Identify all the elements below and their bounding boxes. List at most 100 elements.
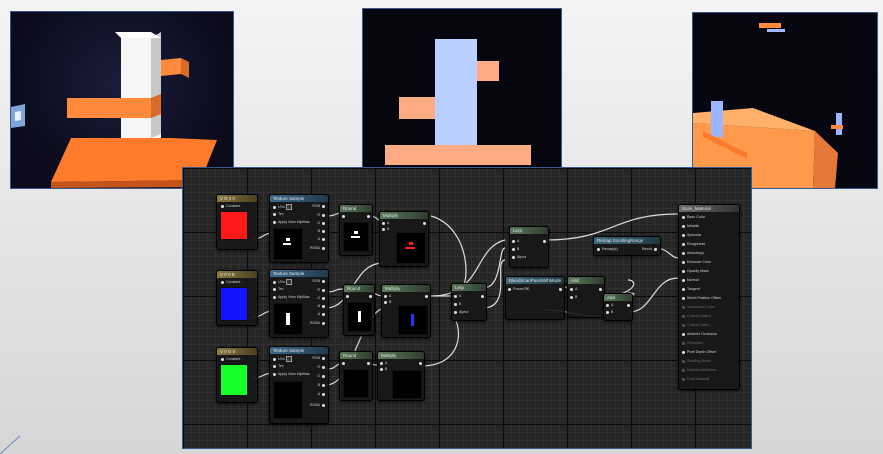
pin-tex[interactable]: Tex — [273, 364, 284, 368]
param-node-green[interactable]: V 0 G 0 Constant — [216, 347, 258, 403]
result-pin[interactable]: Custom Data 1 — [682, 323, 711, 327]
pin-uvs[interactable]: UVs — [273, 204, 292, 210]
pin-input[interactable] — [342, 214, 347, 218]
pin-b[interactable]: B — [384, 300, 391, 304]
result-pin[interactable]: Shading Model — [682, 359, 711, 363]
pin-alpha[interactable]: Alpha — [454, 310, 468, 314]
pin-alpha[interactable]: Alpha — [512, 255, 526, 259]
texture-sample-title: Texture Sample — [270, 195, 328, 202]
lerp-node-1[interactable]: Lerp A B Alpha — [451, 283, 487, 321]
pin-out-rgb[interactable]: RGB — [312, 356, 325, 360]
pin-output[interactable] — [367, 294, 372, 298]
pin-a[interactable]: A — [382, 221, 389, 225]
pin-input[interactable] — [346, 294, 351, 298]
pin-b[interactable]: B — [606, 310, 613, 314]
pin-out-a[interactable]: A — [318, 312, 325, 316]
pin-input[interactable] — [342, 361, 347, 365]
pin-output[interactable] — [625, 303, 630, 307]
pin-out-r[interactable]: R — [317, 288, 325, 292]
pin-output[interactable] — [421, 221, 426, 225]
result-pin[interactable]: Front Material — [682, 377, 709, 381]
round-node-2[interactable]: Round — [343, 284, 375, 336]
result-pin[interactable]: Metallic — [682, 224, 699, 228]
pin-output[interactable] — [365, 214, 370, 218]
material-result-node[interactable]: Scan_Material Base Color Metallic Specular… — [678, 204, 740, 390]
multiply-node-3[interactable]: Multiply A B — [377, 351, 425, 401]
pin-b[interactable]: B — [454, 302, 461, 306]
pin-out-rgb[interactable]: RGB — [312, 204, 325, 208]
result-pin[interactable]: Base Color — [682, 215, 705, 219]
pin-out-g[interactable]: G — [317, 296, 325, 300]
pin-out-g[interactable]: G — [317, 374, 325, 378]
pin-b[interactable]: B — [570, 295, 577, 299]
param-node-blue[interactable]: V 0 0 B Constant — [216, 270, 258, 326]
pin-output[interactable] — [541, 239, 546, 243]
pin-power[interactable]: PowerOfE — [508, 287, 529, 291]
result-pin[interactable]: Tangent — [682, 287, 700, 291]
blend-function-node[interactable]: BlendScanPassWithMode PowerOfE — [505, 276, 565, 320]
texture-sample-node-3[interactable]: Texture Sample UVs Tex Apply View MipBia… — [269, 346, 329, 424]
result-pin[interactable]: Custom Data 0 — [682, 314, 711, 318]
remap-scrolling-node[interactable]: Remap ScrollingRange Remap(x) Result — [593, 236, 661, 256]
round-node-3[interactable]: Round — [339, 351, 373, 401]
texture-sample-node-2[interactable]: Texture Sample UVs Tex Apply View MipBia… — [269, 269, 329, 338]
result-pin[interactable]: Refraction — [682, 341, 703, 345]
result-pin[interactable]: Emissive Color — [682, 260, 711, 264]
pin-b[interactable]: B — [382, 227, 389, 231]
pin-a[interactable]: A — [606, 303, 613, 307]
pin-out-a[interactable]: A — [318, 237, 325, 241]
param-node-red[interactable]: V R 0 0 Constant — [216, 194, 258, 250]
result-pin[interactable]: World Position Offset — [682, 296, 721, 300]
result-pin[interactable]: Opacity Mask — [682, 269, 709, 273]
material-graph-canvas[interactable]: V R 0 0 Constant V 0 0 B Constant V 0 G … — [182, 167, 752, 449]
pin-b[interactable]: B — [380, 367, 387, 371]
result-pin[interactable]: Specular — [682, 233, 701, 237]
result-pin[interactable]: Material Attributes — [682, 368, 716, 372]
pin-apply-mip[interactable]: Apply View MipBias — [273, 372, 310, 376]
result-pin[interactable]: Normal — [682, 278, 699, 282]
pin-output[interactable] — [365, 361, 370, 365]
result-pin[interactable]: Roughness — [682, 242, 705, 246]
pin-out-rgba[interactable]: RGBA — [310, 403, 325, 407]
pin-a[interactable]: A — [454, 294, 461, 298]
pin-output[interactable] — [597, 287, 602, 291]
multiply-node-2[interactable]: Multiply A B — [381, 284, 431, 338]
pin-output[interactable] — [479, 294, 484, 298]
pin-remap-result[interactable]: Result — [642, 247, 657, 251]
multiply-node-1[interactable]: Multiply A B — [379, 211, 429, 267]
add-node-1[interactable]: Add A B — [567, 276, 605, 318]
pin-out-b[interactable]: B — [318, 229, 325, 233]
pin-output[interactable] — [417, 361, 422, 365]
lerp-node-2[interactable]: Lerp A B Alpha — [509, 226, 549, 268]
pin-out-r[interactable]: R — [317, 213, 325, 217]
pin-a[interactable]: A — [380, 361, 387, 365]
result-pin[interactable]: Ambient Occlusion — [682, 332, 717, 336]
pin-out-rgba[interactable]: RGBA — [310, 246, 325, 250]
pin-uvs[interactable]: UVs — [273, 356, 292, 362]
pin-tex[interactable]: Tex — [273, 287, 284, 291]
add-node-2[interactable]: Add A B — [603, 293, 633, 321]
result-pin[interactable]: Anisotropy — [682, 251, 704, 255]
pin-output[interactable] — [557, 287, 562, 291]
pin-out-b[interactable]: B — [318, 383, 325, 387]
pin-out-rgba[interactable]: RGBA — [310, 321, 325, 325]
pin-out-rgb[interactable]: RGB — [312, 279, 325, 283]
pin-apply-mip[interactable]: Apply View MipBias — [273, 220, 310, 224]
pin-out-b[interactable]: B — [318, 304, 325, 308]
pin-out-g[interactable]: G — [317, 221, 325, 225]
pin-a[interactable]: A — [570, 287, 577, 291]
pin-apply-mip[interactable]: Apply View MipBias — [273, 295, 310, 299]
pin-a[interactable]: A — [512, 239, 519, 243]
texture-sample-node-1[interactable]: Texture Sample UVs Tex Apply View MipBia… — [269, 194, 329, 263]
result-pin[interactable]: Pixel Depth Offset — [682, 350, 716, 354]
round-node-1[interactable]: Round — [339, 204, 373, 256]
pin-output[interactable] — [423, 294, 428, 298]
pin-tex[interactable]: Tex — [273, 212, 284, 216]
pin-out-r[interactable]: R — [317, 365, 325, 369]
pin-out-a[interactable]: A — [318, 392, 325, 396]
pin-b[interactable]: B — [512, 247, 519, 251]
result-pin[interactable]: Subsurface Color — [682, 305, 715, 309]
pin-uvs[interactable]: UVs — [273, 279, 292, 285]
pin-remap-in[interactable]: Remap(x) — [597, 247, 618, 251]
pin-a[interactable]: A — [384, 294, 391, 298]
